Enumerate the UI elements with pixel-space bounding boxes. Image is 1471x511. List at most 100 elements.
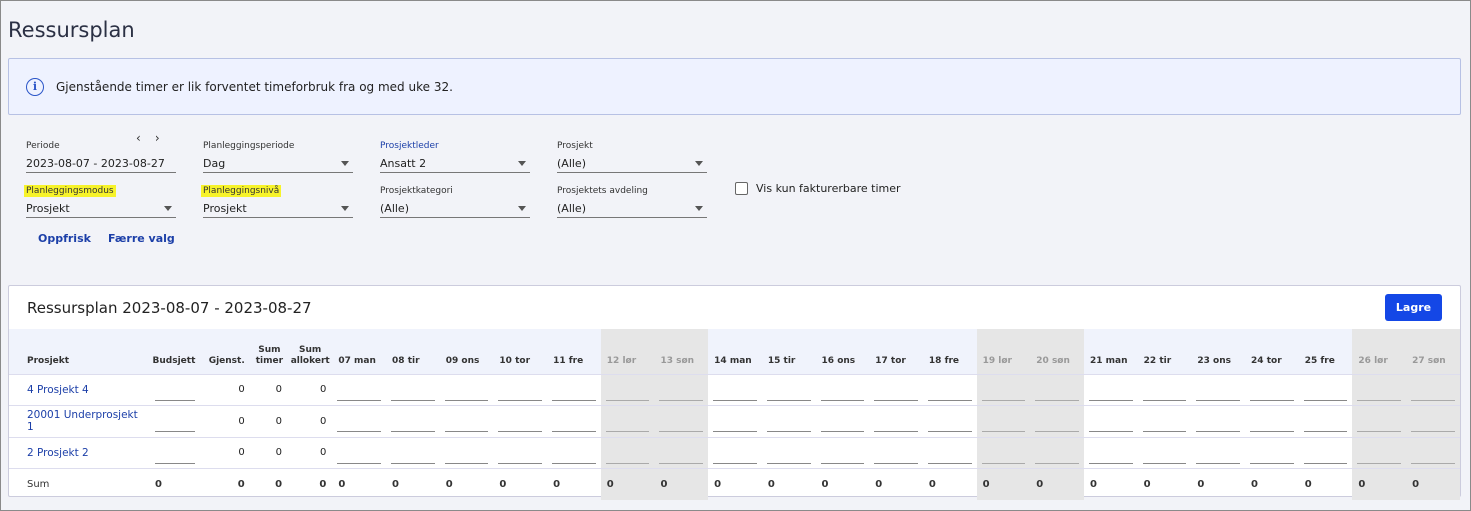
- day-hours-input[interactable]: [1406, 436, 1460, 469]
- day-hours-input[interactable]: [1352, 373, 1407, 406]
- day-hours-input[interactable]: [708, 436, 762, 469]
- day-hours-input[interactable]: [1083, 373, 1138, 406]
- day-input-line: [1035, 414, 1079, 433]
- day-hours-input[interactable]: [976, 436, 1031, 469]
- day-hours-input[interactable]: [976, 405, 1031, 437]
- day-hours-input[interactable]: [869, 405, 923, 437]
- day-hours-input[interactable]: [439, 373, 494, 406]
- day-input-line: [1142, 446, 1187, 464]
- fakturerbare-checkbox[interactable]: [735, 182, 748, 195]
- col-day: 21 man: [1083, 329, 1138, 374]
- periode-value: 2023-08-07 - 2023-08-27: [26, 157, 165, 170]
- save-button[interactable]: Lagre: [1385, 294, 1442, 321]
- day-hours-input[interactable]: [493, 436, 548, 469]
- day-hours-input[interactable]: [708, 373, 762, 406]
- day-hours-input[interactable]: [1083, 405, 1138, 437]
- day-hours-input[interactable]: [761, 373, 816, 406]
- day-hours-input[interactable]: [386, 405, 440, 437]
- day-hours-input[interactable]: [386, 436, 440, 469]
- day-hours-input[interactable]: [1137, 373, 1192, 406]
- day-hours-input[interactable]: [493, 405, 548, 437]
- day-hours-input[interactable]: [1352, 405, 1407, 437]
- day-hours-input[interactable]: [1030, 405, 1084, 437]
- planleggingsperiode-select[interactable]: Planleggingsperiode Dag: [203, 133, 353, 173]
- prosjektleder-select[interactable]: Prosjektleder Ansatt 2: [380, 133, 530, 173]
- day-hours-input[interactable]: [654, 373, 709, 406]
- day-hours-input[interactable]: [922, 373, 977, 406]
- day-hours-input[interactable]: [493, 373, 548, 406]
- prosjekt-select[interactable]: Prosjekt (Alle): [557, 133, 707, 173]
- day-hours-input[interactable]: [547, 405, 601, 437]
- planleggingsniva-select[interactable]: Planleggingsnivå Prosjekt: [201, 178, 353, 218]
- day-hours-input[interactable]: [439, 405, 494, 437]
- budget-input[interactable]: [147, 405, 202, 437]
- day-hours-input[interactable]: [869, 436, 923, 469]
- day-hours-input[interactable]: [815, 373, 870, 406]
- day-hours-input[interactable]: [922, 405, 977, 437]
- budget-input[interactable]: [147, 373, 202, 406]
- day-hours-input[interactable]: [600, 373, 655, 406]
- fewer-options-button[interactable]: Færre valg: [108, 232, 175, 245]
- day-hours-input[interactable]: [600, 405, 655, 437]
- day-hours-input[interactable]: [1406, 405, 1460, 437]
- day-hours-input[interactable]: [1245, 436, 1299, 469]
- day-input-line: [605, 446, 650, 464]
- day-hours-input[interactable]: [1298, 373, 1353, 406]
- day-hours-input[interactable]: [332, 373, 387, 406]
- day-hours-input[interactable]: [1245, 405, 1299, 437]
- day-hours-input[interactable]: [1083, 436, 1138, 469]
- day-hours-input[interactable]: [761, 405, 816, 437]
- day-hours-input[interactable]: [1245, 373, 1299, 406]
- periode-input[interactable]: 2023-08-07 - 2023-08-27: [26, 155, 176, 173]
- refresh-button[interactable]: Oppfrisk: [38, 232, 91, 245]
- day-hours-input[interactable]: [1191, 436, 1246, 469]
- day-input-line: [1088, 414, 1133, 433]
- day-hours-input[interactable]: [1191, 373, 1246, 406]
- day-hours-input[interactable]: [708, 405, 762, 437]
- project-link[interactable]: 20001 Underprosjekt 1: [9, 405, 148, 437]
- day-input-line: [444, 414, 489, 433]
- day-input-line: [337, 414, 382, 433]
- day-hours-input[interactable]: [1137, 405, 1192, 437]
- fakturerbare-checkbox-row[interactable]: Vis kun fakturerbare timer: [735, 182, 901, 195]
- project-link[interactable]: 2 Prosjekt 2: [9, 436, 148, 469]
- prosjektkategori-select[interactable]: Prosjektkategori (Alle): [380, 178, 530, 218]
- day-hours-input[interactable]: [761, 436, 816, 469]
- prev-period-icon[interactable]: ‹: [136, 131, 141, 145]
- day-hours-input[interactable]: [547, 373, 601, 406]
- chevron-down-icon: [341, 206, 349, 211]
- budget-input[interactable]: [147, 436, 202, 469]
- day-hours-input[interactable]: [815, 405, 870, 437]
- day-hours-input[interactable]: [547, 436, 601, 469]
- day-hours-input[interactable]: [1298, 436, 1353, 469]
- day-hours-input[interactable]: [1298, 405, 1353, 437]
- day-hours-input[interactable]: [654, 405, 709, 437]
- day-hours-input[interactable]: [439, 436, 494, 469]
- day-hours-input[interactable]: [1406, 373, 1460, 406]
- day-hours-input[interactable]: [332, 405, 387, 437]
- day-hours-input[interactable]: [332, 436, 387, 469]
- day-hours-input[interactable]: [815, 436, 870, 469]
- col-sum-alloc-line2: allokert: [290, 355, 330, 366]
- planleggingsmodus-select[interactable]: Planleggingsmodus Prosjekt: [24, 178, 176, 218]
- avdeling-select[interactable]: Prosjektets avdeling (Alle): [557, 178, 707, 218]
- day-input-line: [1196, 414, 1241, 433]
- day-hours-input[interactable]: [386, 373, 440, 406]
- next-period-icon[interactable]: ›: [155, 131, 160, 145]
- day-hours-input[interactable]: [1030, 436, 1084, 469]
- day-hours-input[interactable]: [1137, 436, 1192, 469]
- resource-plan-panel: Ressursplan 2023-08-07 - 2023-08-27 Lagr…: [8, 285, 1461, 500]
- plan-title: Ressursplan 2023-08-07 - 2023-08-27: [27, 299, 312, 317]
- day-hours-input[interactable]: [654, 436, 709, 469]
- day-hours-input[interactable]: [600, 436, 655, 469]
- day-hours-input[interactable]: [1352, 436, 1407, 469]
- day-input-line: [1142, 383, 1187, 401]
- day-input-line: [1357, 446, 1402, 464]
- col-day: 07 man: [332, 329, 387, 374]
- day-hours-input[interactable]: [976, 373, 1031, 406]
- day-hours-input[interactable]: [922, 436, 977, 469]
- day-hours-input[interactable]: [869, 373, 923, 406]
- project-link[interactable]: 4 Prosjekt 4: [9, 373, 148, 406]
- day-hours-input[interactable]: [1030, 373, 1084, 406]
- day-hours-input[interactable]: [1191, 405, 1246, 437]
